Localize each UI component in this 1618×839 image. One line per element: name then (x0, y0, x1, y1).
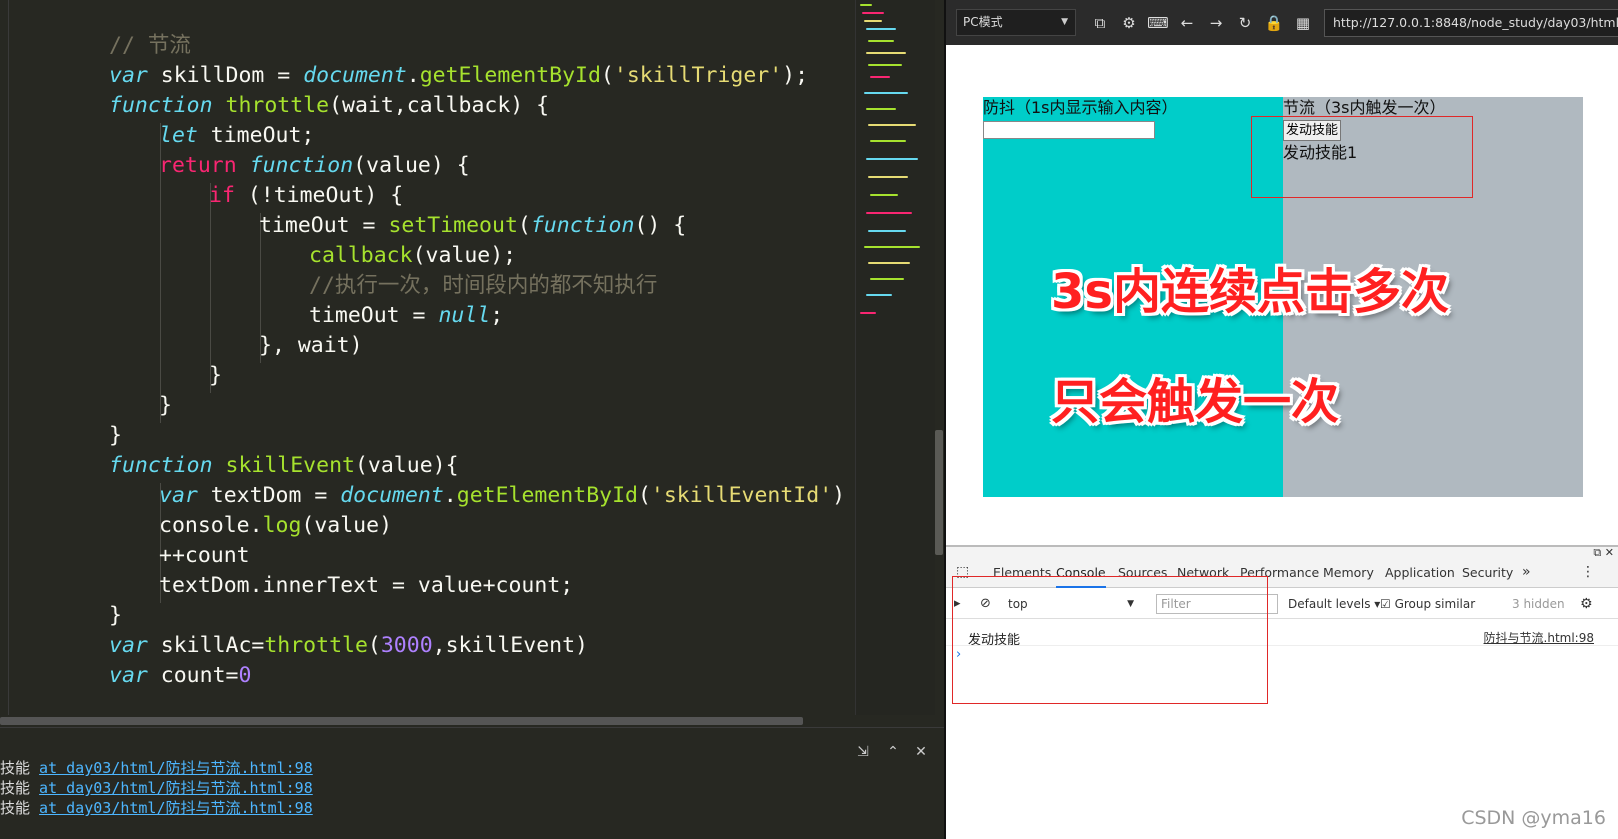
ide-log-link[interactable]: at day03/html/防抖与节流.html:98 (39, 799, 313, 817)
highlight-box (1251, 116, 1473, 198)
minimap-line (864, 246, 920, 248)
code-line: return function(value) { (159, 153, 470, 178)
minimap-line (870, 278, 904, 280)
levels-label: Default levels (1288, 597, 1371, 611)
minimap-line (868, 262, 910, 264)
code-line: var textDom = document.getElementById('s… (159, 483, 846, 508)
minimap-line (868, 64, 902, 66)
screenshot-stage: // 节流 var skillDom = document.getElement… (0, 0, 1618, 839)
tab-application[interactable]: Application (1385, 557, 1455, 588)
url-bar[interactable]: http://127.0.0.1:8848/node_study/day03/h… (1324, 9, 1618, 37)
horizontal-scrollbar[interactable] (0, 717, 803, 725)
back-icon[interactable]: ← (1176, 12, 1198, 34)
code-line: let timeOut; (159, 123, 315, 148)
minimap-line (866, 108, 896, 110)
ide-log-text: 技能 (0, 759, 31, 777)
qr-code-icon[interactable]: ▦ (1292, 12, 1314, 34)
code-line: } (159, 393, 172, 418)
mode-label: PC模式 (963, 15, 1003, 29)
minimap-line (868, 40, 894, 42)
code-line: function skillEvent(value){ (109, 453, 459, 478)
ide-console-panel: ⇲ ⌃ ✕ 技能 at day03/html/防抖与节流.html:98 技能 … (0, 727, 944, 839)
code-line: }, wait) (259, 333, 363, 358)
code-line: } (109, 603, 122, 628)
minimap-line (870, 76, 890, 78)
debounce-input[interactable] (983, 121, 1155, 139)
ide-log-link[interactable]: at day03/html/防抖与节流.html:98 (39, 779, 313, 797)
annotation-text: 3s内连续点击多次 (1051, 264, 1449, 320)
annotation-text: 只会触发一次 (1051, 374, 1340, 430)
minimap-line (866, 52, 906, 54)
kebab-menu-icon[interactable]: ⋮ (1581, 557, 1595, 588)
minimap-line (862, 12, 884, 14)
highlight-box (952, 576, 1268, 704)
code-line: ++count (159, 543, 250, 568)
group-similar-label: Group similar (1394, 597, 1476, 611)
devtools-top-strip: ⧉ ✕ (946, 546, 1618, 559)
console-log-source-link[interactable]: 防抖与节流.html:98 (1484, 629, 1594, 646)
ide-log-text: 技能 (0, 799, 31, 817)
code-area[interactable]: // 节流 var skillDom = document.getElement… (0, 30, 855, 715)
devtools-panel: ⧉ ✕ ⬚ Elements Console Sources Network P… (946, 545, 1618, 839)
code-line: textDom.innerText = value+count; (159, 573, 574, 598)
minimap-line (868, 176, 908, 178)
tab-memory[interactable]: Memory (1323, 557, 1374, 588)
ide-log-row: 技能 at day03/html/防抖与节流.html:98 (0, 778, 313, 798)
watermark: CSDN @yma16 (1461, 807, 1606, 829)
open-external-icon[interactable]: ⧉ (1089, 12, 1111, 34)
minimap-line (866, 158, 918, 160)
code-line: } (109, 423, 122, 448)
minimap-line (870, 194, 898, 196)
clear-icon[interactable]: ✕ (913, 744, 929, 760)
minimap-line (866, 212, 912, 214)
tab-security[interactable]: Security (1462, 557, 1513, 588)
code-line: if (!timeOut) { (209, 183, 404, 208)
hidden-count: 3 hidden (1512, 597, 1565, 611)
mode-select[interactable]: PC模式 ▼ (956, 9, 1076, 36)
ide-log-text: 技能 (0, 779, 31, 797)
debounce-title: 防抖（1s内显示输入内容） (983, 98, 1178, 117)
code-line: var count=0 (109, 663, 252, 688)
group-similar-checkbox[interactable]: ☑ Group similar (1380, 589, 1475, 619)
browser-toolbar: PC模式 ▼ ⧉ ⚙ ⌨ ← → ↻ 🔒 ▦ http://127.0.0.1:8… (946, 0, 1618, 45)
minimap-line (864, 20, 882, 22)
gear-icon[interactable]: ⚙ (1580, 589, 1593, 619)
code-line: timeOut = null; (309, 303, 504, 328)
minimap-line (860, 312, 876, 314)
code-line: var skillDom = document.getElementById('… (109, 63, 809, 88)
minimap-line (866, 294, 892, 296)
chevron-up-icon[interactable]: ⌃ (885, 744, 901, 760)
lock-icon[interactable]: 🔒 (1263, 12, 1285, 34)
export-icon[interactable]: ⇲ (855, 744, 871, 760)
code-line: var skillAc=throttle(3000,skillEvent) (109, 633, 588, 658)
minimap-line (870, 140, 906, 142)
editor-minimap[interactable] (855, 0, 935, 715)
chevron-down-icon: ▼ (1061, 17, 1068, 27)
browser-preview: PC模式 ▼ ⧉ ⚙ ⌨ ← → ↻ 🔒 ▦ http://127.0.0.1:8… (944, 0, 1618, 839)
minimap-line (860, 4, 872, 6)
code-line: callback(value); (309, 243, 517, 268)
vertical-scrollbar[interactable] (935, 430, 943, 555)
forward-icon[interactable]: → (1205, 12, 1227, 34)
code-line: //执行一次，时间段内的都不知执行 (309, 273, 658, 298)
code-editor[interactable]: // 节流 var skillDom = document.getElement… (0, 0, 944, 839)
levels-select[interactable]: Default levels ▾ (1288, 589, 1380, 619)
code-line: function throttle(wait,callback) { (109, 93, 550, 118)
minimap-line (868, 124, 916, 126)
ide-log-row: 技能 at day03/html/防抖与节流.html:98 (0, 798, 313, 818)
settings-icon[interactable]: ⚙ (1118, 12, 1140, 34)
minimap-line (866, 28, 896, 30)
refresh-icon[interactable]: ↻ (1234, 12, 1256, 34)
more-tabs-icon[interactable]: » (1522, 557, 1531, 588)
minimap-line (868, 230, 906, 232)
code-line: } (209, 363, 222, 388)
code-line: console.log(value) (159, 513, 393, 538)
ide-log-link[interactable]: at day03/html/防抖与节流.html:98 (39, 759, 313, 777)
terminal-icon[interactable]: ⌨ (1147, 12, 1169, 34)
code-line: // 节流 (109, 33, 191, 58)
ide-log-row: 技能 at day03/html/防抖与节流.html:98 (0, 758, 313, 778)
minimap-line (864, 92, 908, 94)
code-line: timeOut = setTimeout(function() { (259, 213, 687, 238)
